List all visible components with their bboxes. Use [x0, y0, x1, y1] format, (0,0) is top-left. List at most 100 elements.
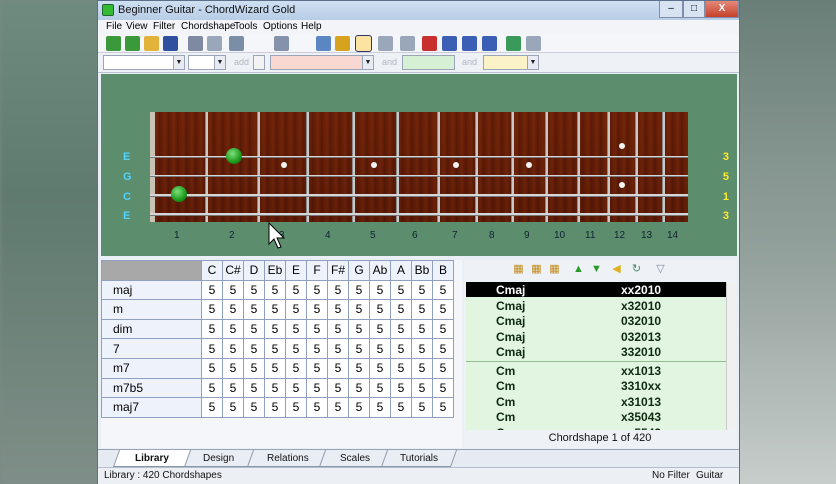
key-dropdown[interactable]: ▼	[103, 55, 185, 70]
grid-cell[interactable]: 5	[390, 377, 412, 399]
grid-cell[interactable]: 5	[306, 338, 328, 359]
grid-cell[interactable]: 5	[390, 397, 412, 418]
grid-cell[interactable]: 5	[369, 377, 391, 399]
notation-3-icon[interactable]	[482, 36, 497, 51]
key-header[interactable]: F	[306, 260, 328, 281]
list-item[interactable]: Cm x35043	[466, 409, 726, 424]
grid-cell[interactable]: 5	[327, 279, 349, 301]
zoom-icon[interactable]	[506, 36, 521, 51]
grid-cell[interactable]: 5	[201, 377, 223, 399]
grid-cell[interactable]: 5	[264, 357, 286, 379]
grid-cell[interactable]: 5	[285, 338, 307, 359]
chord-type-label[interactable]: m	[101, 299, 202, 320]
grid-cell[interactable]: 5	[201, 338, 223, 359]
chordshape-list[interactable]: Cmaj xx2010 Cmaj x32010 Cmaj 032010 Cmaj 032013…	[466, 282, 726, 430]
list-item[interactable]: Cmaj x32010	[466, 298, 726, 313]
grid-cell[interactable]: 5	[348, 357, 370, 379]
finger-note[interactable]	[226, 148, 242, 164]
move-up-icon[interactable]: ▲	[572, 263, 585, 276]
grid-cell[interactable]: 5	[327, 397, 349, 418]
grid-cell[interactable]: 5	[222, 279, 244, 301]
grid-cell[interactable]: 5	[264, 338, 286, 359]
grid-cell[interactable]: 5	[306, 318, 328, 340]
tab-design[interactable]: Design	[180, 450, 258, 467]
tab-library[interactable]: Library	[112, 450, 192, 467]
green-filter-field[interactable]	[402, 55, 455, 70]
grid-cell[interactable]: 5	[348, 318, 370, 340]
notation-2-icon[interactable]	[462, 36, 477, 51]
menu-file[interactable]: File	[106, 21, 122, 32]
key-header[interactable]: Eb	[264, 260, 286, 281]
find-icon[interactable]	[526, 36, 541, 51]
grid-cell[interactable]: 5	[327, 357, 349, 379]
minimize-button[interactable]: –	[659, 1, 683, 18]
sort-key-icon[interactable]: ▦	[512, 263, 525, 276]
diagram-icon[interactable]	[378, 36, 393, 51]
grid-cell[interactable]: 5	[411, 338, 433, 359]
grid-cell[interactable]: 5	[306, 397, 328, 418]
finger-note[interactable]	[171, 186, 187, 202]
grid-cell[interactable]: 5	[285, 318, 307, 340]
grid-cell[interactable]: 5	[243, 377, 265, 399]
grid-cell[interactable]: 5	[222, 357, 244, 379]
grid-cell[interactable]: 5	[243, 299, 265, 320]
grid-cell[interactable]: 5	[243, 279, 265, 301]
grid-cell[interactable]: 5	[201, 397, 223, 418]
grid-cell[interactable]: 5	[432, 279, 454, 301]
grid-cell[interactable]: 5	[348, 338, 370, 359]
menu-tools[interactable]: Tools	[234, 21, 257, 32]
grid-cell[interactable]: 5	[327, 338, 349, 359]
grid-cell[interactable]: 5	[222, 299, 244, 320]
type-dropdown[interactable]: ▼	[188, 55, 226, 70]
print-preview-icon[interactable]	[207, 36, 222, 51]
label-icon[interactable]	[335, 36, 350, 51]
move-down-icon[interactable]: ▼	[590, 263, 603, 276]
fretboard[interactable]	[150, 112, 688, 222]
grid-cell[interactable]: 5	[264, 377, 286, 399]
grid-cell[interactable]: 5	[348, 377, 370, 399]
grid-cell[interactable]: 5	[243, 318, 265, 340]
open-folder-icon[interactable]	[144, 36, 159, 51]
grid-cell[interactable]: 5	[306, 377, 328, 399]
grid-cell[interactable]: 5	[432, 338, 454, 359]
chord-dropdown[interactable]: ▼	[270, 55, 374, 70]
menu-help[interactable]: Help	[301, 21, 322, 32]
menu-chordshape[interactable]: Chordshape	[181, 21, 235, 32]
grid-cell[interactable]: 5	[306, 357, 328, 379]
list-scrollbar[interactable]	[726, 282, 736, 430]
grid-cell[interactable]: 5	[369, 357, 391, 379]
grid-cell[interactable]: 5	[285, 299, 307, 320]
menu-view[interactable]: View	[126, 21, 148, 32]
key-header[interactable]: Ab	[369, 260, 391, 281]
grid-cell[interactable]: 5	[348, 299, 370, 320]
save-icon[interactable]	[163, 36, 178, 51]
grid-cell[interactable]: 5	[369, 279, 391, 301]
grid-cell[interactable]: 5	[285, 357, 307, 379]
grid-cell[interactable]: 5	[369, 397, 391, 418]
clear-filter-icon[interactable]	[274, 36, 289, 51]
key-header[interactable]: C	[201, 260, 223, 281]
key-header[interactable]: C#	[222, 260, 244, 281]
list-item[interactable]: Cmaj xx2010	[466, 282, 726, 297]
grid-cell[interactable]: 5	[432, 397, 454, 418]
filter-icon[interactable]	[229, 36, 244, 51]
chord-type-label[interactable]: dim	[101, 318, 202, 340]
yellow-filter-dropdown[interactable]: ▼	[483, 55, 539, 70]
sort-shape-icon[interactable]: ▦	[548, 263, 561, 276]
grid-cell[interactable]: 5	[348, 279, 370, 301]
font-icon[interactable]	[316, 36, 331, 51]
refresh-icon[interactable]: ↻	[630, 263, 643, 276]
grid-cell[interactable]: 5	[432, 299, 454, 320]
grid-cell[interactable]: 5	[264, 397, 286, 418]
menu-options[interactable]: Options	[263, 21, 297, 32]
grid-cell[interactable]: 5	[285, 377, 307, 399]
filter-icon[interactable]: ▽	[654, 263, 667, 276]
grid-cell[interactable]: 5	[201, 279, 223, 301]
list-item[interactable]: Cmaj 032010	[466, 313, 726, 328]
chord-type-label[interactable]: m7b5	[101, 377, 202, 399]
grid-cell[interactable]: 5	[222, 377, 244, 399]
list-item[interactable]: Cm xx5543	[466, 425, 726, 431]
tab-relations[interactable]: Relations	[246, 450, 330, 467]
grid-cell[interactable]: 5	[222, 338, 244, 359]
new-icon[interactable]	[106, 36, 121, 51]
